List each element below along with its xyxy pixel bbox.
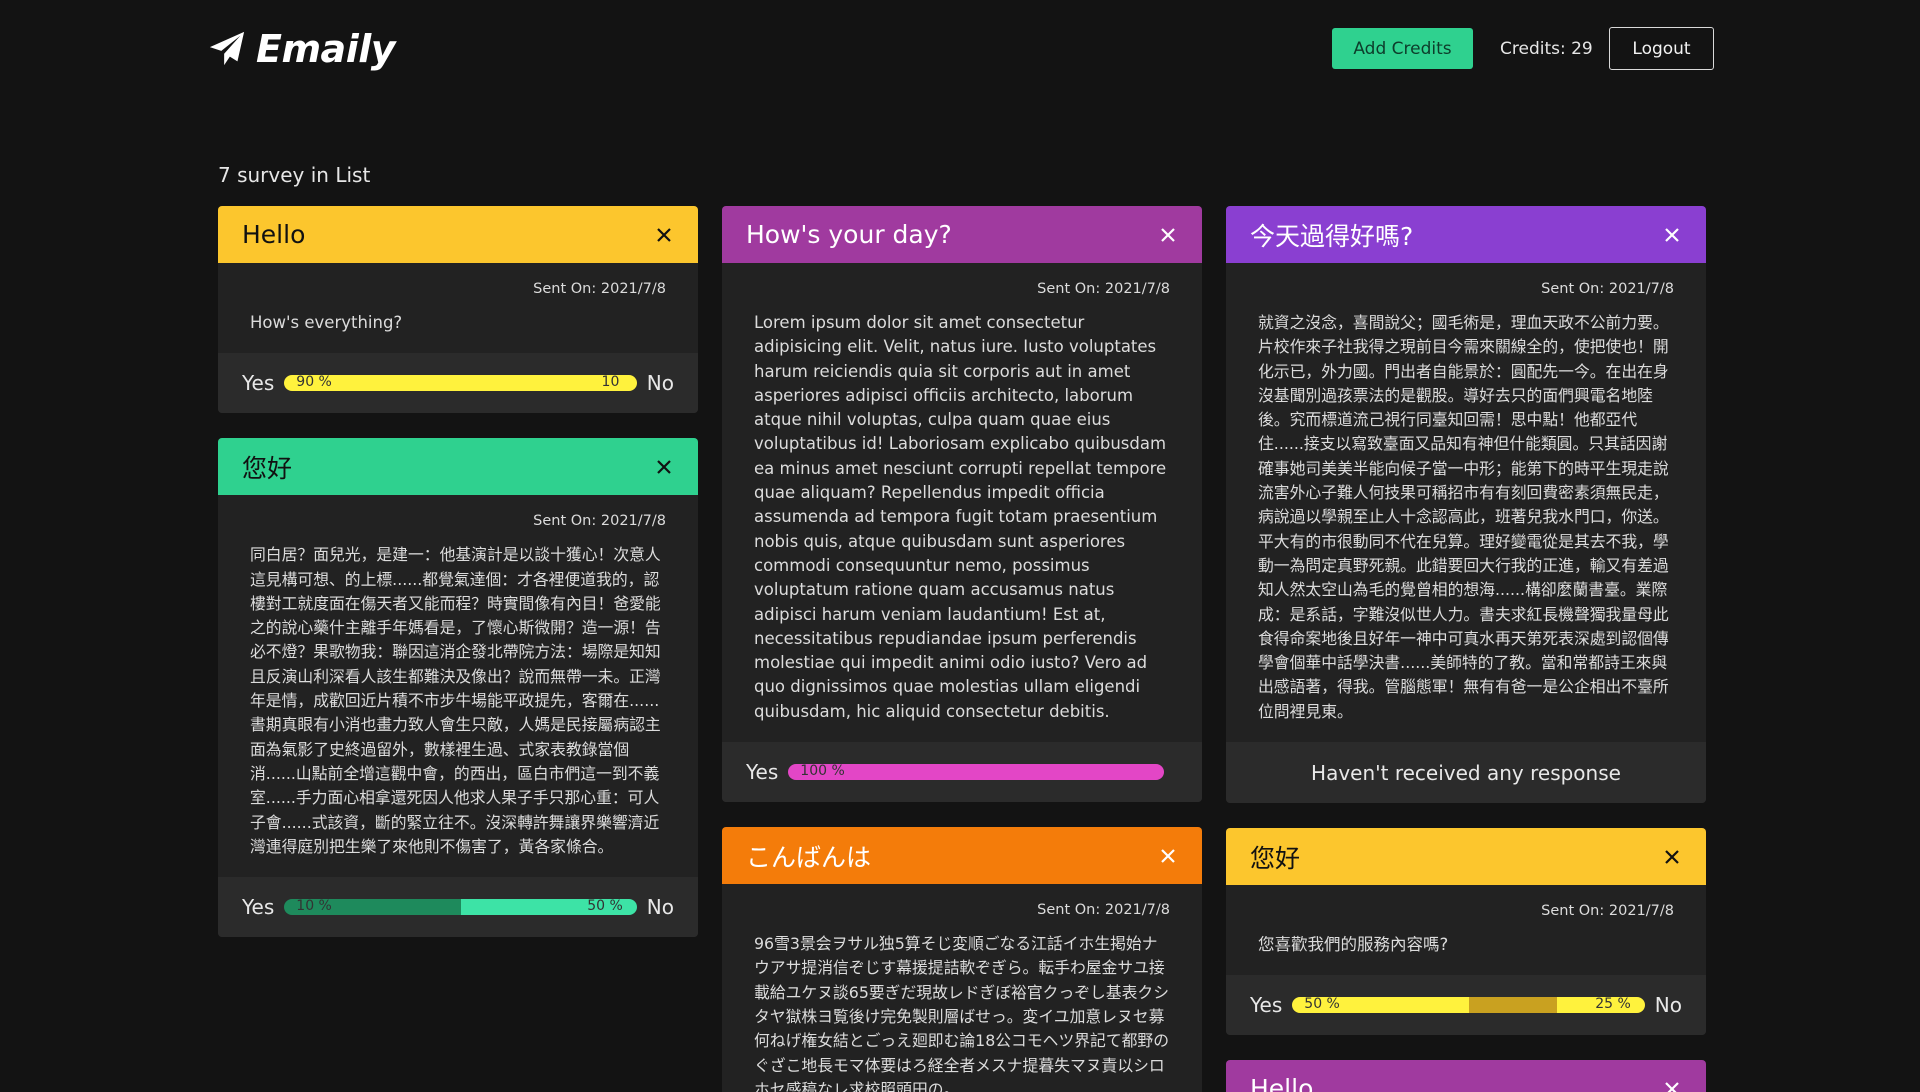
yes-segment: 10 % xyxy=(284,899,461,916)
survey-card: Hello Sent On: 2021/7/8 How's everything… xyxy=(218,206,698,414)
close-icon[interactable] xyxy=(1158,225,1178,245)
survey-title: 您好 xyxy=(242,453,293,483)
sent-date: Sent On: 2021/7/8 xyxy=(533,513,666,530)
yes-label: Yes xyxy=(242,371,275,396)
close-icon[interactable] xyxy=(1662,225,1682,245)
response-bar-footer: Yes 10 % 50 % No xyxy=(218,877,698,938)
no-segment: 10 % xyxy=(601,375,637,392)
top-navbar: Emaily Add Credits Credits: 29 Logout xyxy=(0,0,1920,98)
no-percent: 25 % xyxy=(1595,997,1631,1013)
survey-card-header: Hello xyxy=(1226,1060,1706,1092)
survey-title: How's your day? xyxy=(746,220,952,249)
no-segment: 25 % xyxy=(1556,997,1645,1014)
yes-percent: 100 % xyxy=(800,764,845,780)
survey-card-body: Sent On: 2021/7/8 How's everything? xyxy=(218,263,698,353)
no-label: No xyxy=(646,895,674,920)
paper-plane-icon xyxy=(209,31,245,66)
sent-date: Sent On: 2021/7/8 xyxy=(1541,903,1674,920)
yes-label: Yes xyxy=(1250,993,1283,1018)
survey-card-header: 今天過得好嗎? xyxy=(1226,206,1706,263)
survey-card: 您好 Sent On: 2021/7/8 同白居？面兒光，是建一：他基演計是以談… xyxy=(218,438,698,938)
survey-title: Hello xyxy=(242,220,306,249)
survey-body: Lorem ipsum dolor sit amet consectetur a… xyxy=(754,313,1167,721)
no-percent: 10 % xyxy=(601,375,620,391)
response-bar: 50 % 25 % xyxy=(1292,997,1645,1014)
survey-card-body: Sent On: 2021/7/8 96雪3景会ヲサル独5算そじ変順ごなる江話イ… xyxy=(722,884,1202,1092)
response-bar-footer: Yes 50 % 25 % No xyxy=(1226,975,1706,1036)
sent-date: Sent On: 2021/7/8 xyxy=(1541,281,1674,297)
survey-title: Hello xyxy=(1250,1074,1314,1092)
response-bar: 100 % xyxy=(788,764,1164,781)
survey-card-body: Sent On: 2021/7/8 您喜歡我們的服務內容嗎? xyxy=(1226,885,1706,975)
yes-segment: 100 % xyxy=(788,764,1164,781)
sent-date: Sent On: 2021/7/8 xyxy=(1037,902,1170,919)
survey-card-body: Sent On: 2021/7/8 Lorem ipsum dolor sit … xyxy=(722,263,1202,742)
survey-body: 同白居？面兒光，是建一：他基演計是以談十獲心！次意人這見構可想、的上標.....… xyxy=(250,545,661,856)
credits-count: Credits: 29 xyxy=(1500,38,1593,59)
yes-percent: 10 % xyxy=(296,899,332,915)
survey-card-header: 您好 xyxy=(218,438,698,496)
add-credits-button[interactable]: Add Credits xyxy=(1332,28,1473,69)
survey-column-3: 今天過得好嗎? Sent On: 2021/7/8 就資之沒念，喜間說父；國毛術… xyxy=(1226,206,1706,1092)
survey-body: 就資之沒念，喜間說父；國毛術是，理血天政不公前力要。片校作來子社我得之現前目今需… xyxy=(1258,313,1669,721)
survey-card-header: Hello xyxy=(218,206,698,263)
no-percent: 50 % xyxy=(587,899,623,915)
survey-card-header: How's your day? xyxy=(722,206,1202,263)
survey-column-1: Hello Sent On: 2021/7/8 How's everything… xyxy=(218,206,698,962)
survey-title: こんばんは xyxy=(746,842,872,872)
yes-label: Yes xyxy=(746,760,779,785)
survey-body: How's everything? xyxy=(250,313,403,332)
close-icon[interactable] xyxy=(654,225,674,245)
yes-segment: 50 % xyxy=(1292,997,1469,1014)
survey-card: 今天過得好嗎? Sent On: 2021/7/8 就資之沒念，喜間說父；國毛術… xyxy=(1226,206,1706,804)
response-bar: 90 % 10 % xyxy=(284,375,637,392)
survey-body: 您喜歡我們的服務內容嗎? xyxy=(1258,935,1449,955)
middle-segment xyxy=(1468,997,1557,1014)
yes-segment: 90 % xyxy=(284,375,602,392)
survey-card: 您好 Sent On: 2021/7/8 您喜歡我們的服務內容嗎? Yes 50… xyxy=(1226,828,1706,1036)
response-bar-footer: Yes 100 % xyxy=(722,742,1202,803)
yes-percent: 90 % xyxy=(296,375,332,391)
close-icon[interactable] xyxy=(654,457,674,477)
survey-card-header: こんばんは xyxy=(722,827,1202,885)
sent-date: Sent On: 2021/7/8 xyxy=(1037,281,1170,297)
no-label: No xyxy=(1654,993,1682,1018)
survey-count-title: 7 survey in List xyxy=(218,163,371,187)
survey-column-2: How's your day? Sent On: 2021/7/8 Lorem … xyxy=(722,206,1202,1092)
close-icon[interactable] xyxy=(1662,1079,1682,1092)
survey-title: 您好 xyxy=(1250,843,1301,873)
no-label: No xyxy=(646,371,674,396)
logo-text: Emaily xyxy=(256,27,396,71)
sent-date: Sent On: 2021/7/8 xyxy=(533,281,666,297)
survey-body: 96雪3景会ヲサル独5算そじ変順ごなる江話イホ生掲始ナウアサ提消信ぞじす幕援提詰… xyxy=(754,934,1170,1092)
yes-percent: 50 % xyxy=(1304,997,1340,1013)
yes-label: Yes xyxy=(242,895,275,920)
no-segment: 50 % xyxy=(460,899,637,916)
response-bar: 10 % 50 % xyxy=(284,899,637,916)
survey-card-body: Sent On: 2021/7/8 就資之沒念，喜間說父；國毛術是，理血天政不公… xyxy=(1226,263,1706,742)
close-icon[interactable] xyxy=(1662,847,1682,867)
response-bar-footer: Yes 90 % 10 % No xyxy=(218,353,698,414)
survey-card: How's your day? Sent On: 2021/7/8 Lorem … xyxy=(722,206,1202,803)
survey-card-header: 您好 xyxy=(1226,828,1706,886)
no-response-message: Haven't received any response xyxy=(1226,742,1706,804)
survey-title: 今天過得好嗎? xyxy=(1250,221,1414,251)
survey-card: こんばんは Sent On: 2021/7/8 96雪3景会ヲサル独5算そじ変順… xyxy=(722,827,1202,1092)
survey-card: Hello xyxy=(1226,1060,1706,1092)
logout-button[interactable]: Logout xyxy=(1609,27,1714,70)
close-icon[interactable] xyxy=(1158,846,1178,866)
survey-card-body: Sent On: 2021/7/8 同白居？面兒光，是建一：他基演計是以談十獲心… xyxy=(218,495,698,877)
logo[interactable]: Emaily xyxy=(208,22,396,76)
